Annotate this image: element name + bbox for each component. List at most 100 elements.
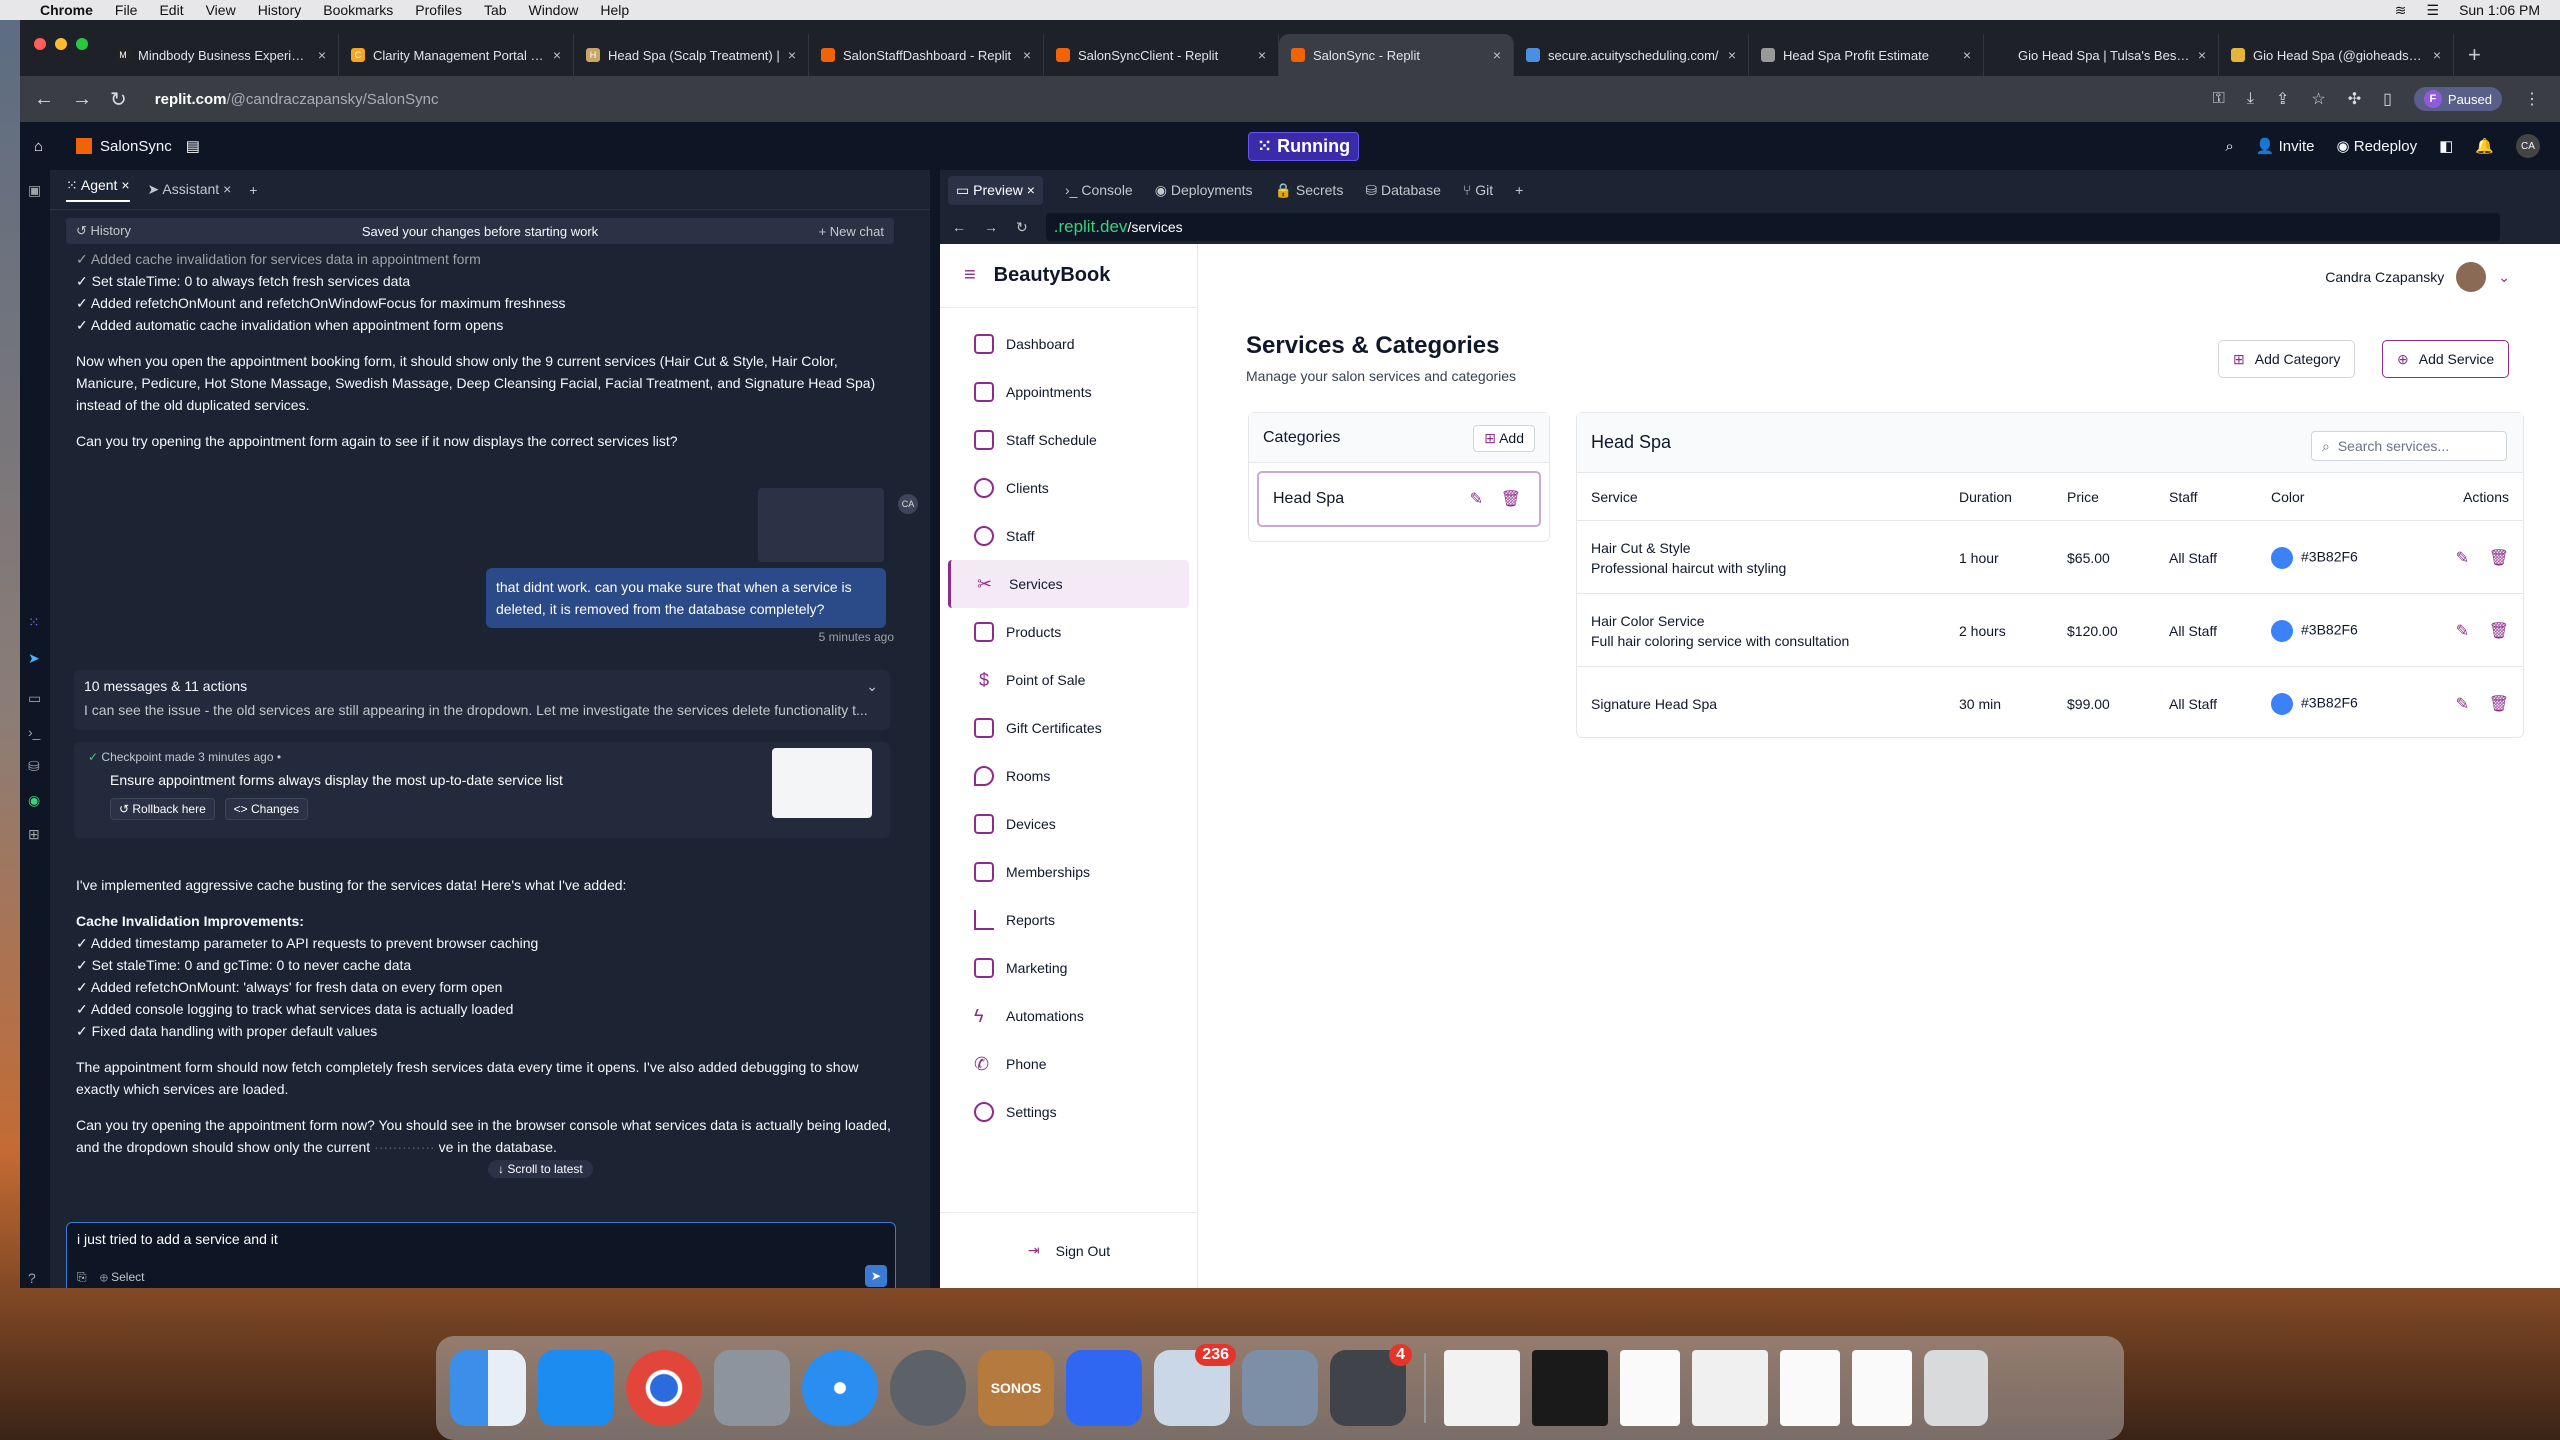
redeploy-button[interactable]: ◉ Redeploy [2336,137,2417,155]
sidebar-item-reports[interactable]: Reports [948,896,1189,944]
browser-tab[interactable]: secure.acuityscheduling.com/ × [1514,34,1749,76]
minimize-window-button[interactable] [55,38,67,50]
document-thumbnail[interactable] [1852,1350,1912,1426]
screenshot-attachment[interactable] [758,488,884,562]
select-button[interactable]: ⊕ Select [100,1270,145,1284]
new-chat-button[interactable]: + New chat [819,224,884,239]
document-thumbnail[interactable] [1780,1350,1840,1426]
edit-icon[interactable]: ✎ [2456,548,2469,568]
app-store-icon[interactable] [538,1350,614,1426]
close-icon[interactable]: × [1258,47,1266,63]
document-thumbnail[interactable] [1620,1350,1680,1426]
menu-app[interactable]: Chrome [40,2,93,18]
system-settings-icon[interactable] [890,1350,966,1426]
preview-url-field[interactable]: .replit.dev/services [1045,213,2500,241]
files-icon[interactable]: ▣ [28,182,41,199]
back-icon[interactable]: ← [34,88,54,111]
sidebar-item-marketing[interactable]: Marketing [948,944,1189,992]
sidebar-item-products[interactable]: Products [948,608,1189,656]
run-status-button[interactable]: ⁙ Running [1248,132,1360,161]
close-icon[interactable]: × [1023,47,1031,63]
close-icon[interactable]: × [1728,47,1736,63]
launchpad-icon[interactable] [714,1350,790,1426]
roblox-icon[interactable] [1066,1350,1142,1426]
help-icon[interactable]: ? [28,1270,36,1286]
sidebar-item-staff-schedule[interactable]: Staff Schedule [948,416,1189,464]
close-icon[interactable]: × [553,47,561,63]
forward-icon[interactable]: → [72,88,92,111]
menu-history[interactable]: History [258,2,302,18]
sidebar-item-appointments[interactable]: Appointments [948,368,1189,416]
recent-window-thumbnail[interactable] [1532,1350,1608,1426]
sidebar-item-staff[interactable]: Staff [948,512,1189,560]
user-avatar[interactable]: CA [2516,134,2540,158]
all-tools-icon[interactable]: ⊞ [28,826,40,843]
home-icon[interactable]: ⌂ [34,138,43,155]
menu-file[interactable]: File [115,2,138,18]
close-icon[interactable]: × [2433,47,2441,63]
assistant-icon[interactable]: ➤ [28,650,40,667]
browser-tab[interactable]: Gio Head Spa | Tulsa's Best H × [1984,34,2219,76]
tab-secrets[interactable]: 🔒 Secrets [1275,182,1344,199]
star-icon[interactable]: ☆ [2311,89,2325,109]
tab-preview[interactable]: ▭ Preview × [948,175,1043,205]
tab-agent[interactable]: ⁙ Agent × [66,177,130,202]
wifi-icon[interactable]: ≋ [2395,2,2407,19]
preview-app-icon[interactable] [1242,1350,1318,1426]
edit-icon[interactable]: ✎ [2456,694,2469,714]
recent-window-thumbnail[interactable] [1444,1350,1520,1426]
key-icon[interactable]: ⚿ [2213,90,2225,108]
invite-button[interactable]: 👤 Invite [2256,137,2315,155]
sidebar-item-point-of-sale[interactable]: $ Point of Sale [948,656,1189,704]
search-input[interactable]: ⌕ Search services... [2311,431,2507,461]
send-button[interactable]: ➤ [865,1265,887,1287]
add-category-small-button[interactable]: ⊞ Add [1473,425,1535,452]
sidebar-item-settings[interactable]: Settings [948,1088,1189,1136]
browser-tab[interactable]: C Clarity Management Portal - C × [339,34,574,76]
close-icon[interactable]: × [1493,47,1501,63]
chevron-down-icon[interactable]: ⌄ [866,678,878,695]
sidebar-item-services[interactable]: ✂ Services [948,560,1189,608]
sidebar-item-phone[interactable]: ✆ Phone [948,1040,1189,1088]
forward-icon[interactable]: → [984,219,998,235]
share-icon[interactable]: ⇪ [2276,89,2289,109]
trash-icon[interactable]: 🗑 [2489,694,2509,714]
add-tab-button[interactable]: + [249,182,257,198]
user-menu[interactable]: Candra Czapansky ⌄ [2325,262,2510,292]
add-tab-button[interactable]: + [1515,182,1523,198]
trash-icon[interactable]: 🗑 [2489,621,2509,641]
close-window-button[interactable] [34,38,46,50]
new-tab-button[interactable]: + [2454,34,2495,76]
reload-icon[interactable]: ↻ [110,87,127,112]
browser-tab[interactable]: Head Spa Profit Estimate × [1749,34,1984,76]
tab-console[interactable]: ›_ Console [1065,182,1133,198]
add-service-button[interactable]: ⊕ Add Service [2382,340,2510,378]
rollback-button[interactable]: ↺ Rollback here [110,798,215,820]
checkpoint-thumbnail[interactable] [772,748,872,818]
database-icon[interactable]: ⛁ [28,758,40,775]
trash-icon[interactable]: 🗑 [1501,489,1521,509]
menu-icon[interactable]: ≡ [964,264,976,287]
menu-profiles[interactable]: Profiles [415,2,462,18]
menu-help[interactable]: Help [600,2,629,18]
menu-view[interactable]: View [206,2,236,18]
zoom-window-button[interactable] [76,38,88,50]
finder-icon[interactable] [450,1350,526,1426]
url-field[interactable]: replit.com/@candraczapansky/SalonSync [155,91,439,108]
sidebar-item-gift-certificates[interactable]: Gift Certificates [948,704,1189,752]
tab-deployments[interactable]: ◉ Deployments [1155,182,1253,199]
menu-bookmarks[interactable]: Bookmarks [323,2,393,18]
sonos-icon[interactable]: SONOS [978,1350,1054,1426]
close-icon[interactable]: × [1963,47,1971,63]
shell-icon[interactable]: ›_ [28,724,40,740]
browser-tab[interactable]: Gio Head Spa (@gioheadspa) × [2219,34,2454,76]
printer-icon[interactable]: 4 [1330,1344,1412,1426]
reload-icon[interactable]: ↻ [1016,219,1028,236]
tab-assistant[interactable]: ➤ Assistant × [148,181,232,198]
clock[interactable]: Sun 1:06 PM [2459,2,2540,18]
project-name[interactable]: SalonSync [100,138,172,155]
control-center-icon[interactable]: ☰ [2427,2,2440,19]
browser-tab[interactable]: H Head Spa (Scalp Treatment) | × [574,34,809,76]
attach-icon[interactable]: ⎘ [77,1270,87,1284]
close-icon[interactable]: × [788,47,796,63]
